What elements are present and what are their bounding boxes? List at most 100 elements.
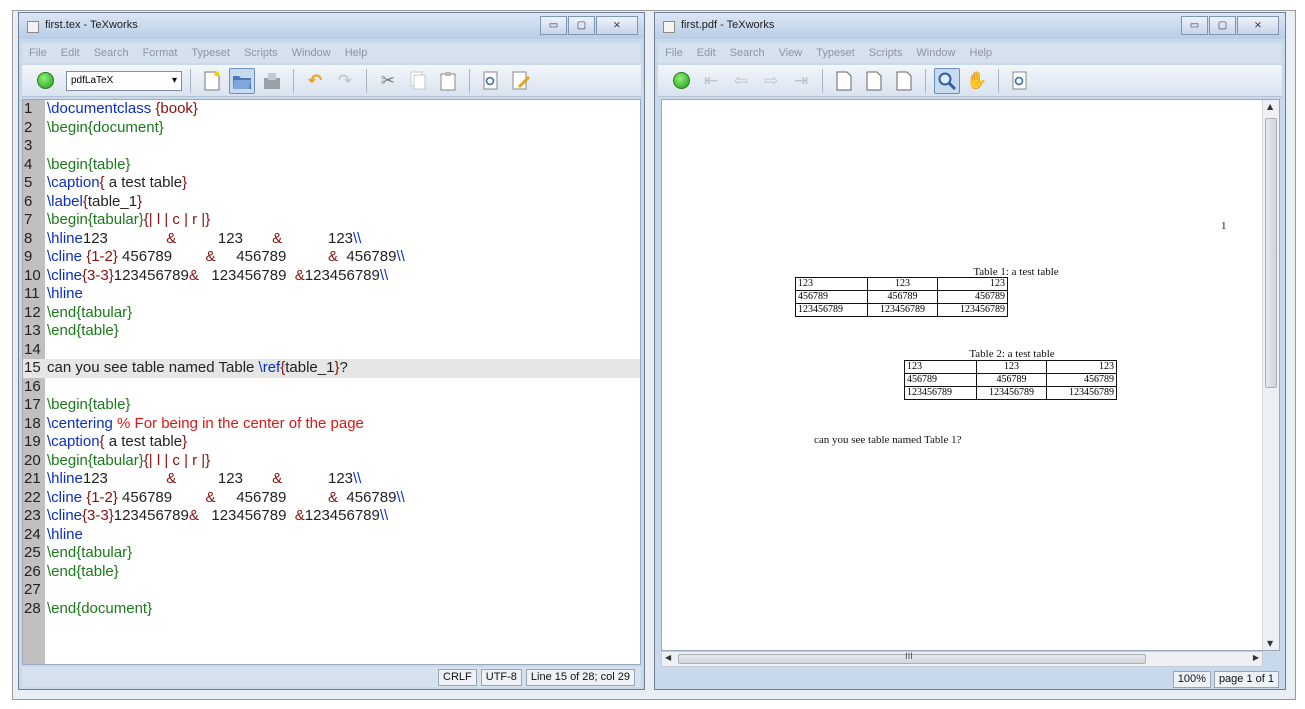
cursor-position-indicator[interactable]: Line 15 of 28; col 29 xyxy=(525,668,635,686)
close-button[interactable]: ⨯ xyxy=(596,16,638,35)
actual-size-button[interactable] xyxy=(831,68,857,94)
last-page-button[interactable]: ⇥ xyxy=(788,68,814,94)
menu-format[interactable]: Format xyxy=(136,47,185,59)
play-icon xyxy=(672,72,690,89)
menu-search[interactable]: Search xyxy=(87,47,136,59)
close-button[interactable]: ⨯ xyxy=(1237,16,1279,35)
encoding-indicator[interactable]: UTF-8 xyxy=(480,668,522,686)
horizontal-scrollbar[interactable]: ◀ III ▶ xyxy=(661,651,1263,667)
code-line[interactable]: 17 \begin{table} xyxy=(23,396,640,415)
replace-button[interactable] xyxy=(508,68,534,94)
maximize-button[interactable]: ▢ xyxy=(568,16,595,35)
code-line[interactable]: 18 \centering % For being in the center o… xyxy=(23,415,640,434)
pdf-titlebar[interactable]: first.pdf - TeXworks ▭ ▢ ⨯ xyxy=(655,13,1285,39)
typeset-button[interactable] xyxy=(668,68,694,94)
fit-window-button[interactable] xyxy=(891,68,917,94)
menu-typeset[interactable]: Typeset xyxy=(809,47,862,59)
table-row: 123 123 123 xyxy=(795,277,1008,291)
undo-button[interactable]: ↶ xyxy=(302,68,328,94)
copy-button[interactable] xyxy=(405,68,431,94)
menu-help[interactable]: Help xyxy=(338,47,375,59)
code-line[interactable]: 15 can you see table named Table \ref{tab… xyxy=(23,359,640,378)
first-page-button[interactable]: ⇤ xyxy=(698,68,724,94)
code-line[interactable]: 9 \cline {1-2} 456789 & 456789 & 456789\\ xyxy=(23,248,640,267)
menu-scripts[interactable]: Scripts xyxy=(237,47,285,59)
code-line[interactable]: 12 \end{tabular} xyxy=(23,304,640,323)
code-token: % For being in the center of the page xyxy=(117,414,364,432)
line-ending-indicator[interactable]: CRLF xyxy=(438,668,477,686)
menu-file[interactable]: File xyxy=(658,47,690,59)
zoom-indicator[interactable]: 100% xyxy=(1172,671,1211,688)
fit-width-button[interactable] xyxy=(861,68,887,94)
scroll-down-icon[interactable]: ▼ xyxy=(1267,639,1273,648)
typeset-button[interactable] xyxy=(32,68,58,94)
code-token: \begin xyxy=(47,118,88,136)
code-line[interactable]: 16 xyxy=(23,378,640,397)
code-line[interactable]: 24 \hline xyxy=(23,526,640,545)
minimize-button[interactable]: ▭ xyxy=(540,16,567,35)
code-line[interactable]: 11 \hline xyxy=(23,285,640,304)
code-line[interactable]: 20 \begin{tabular}{| l | c | r |} xyxy=(23,452,640,471)
code-line[interactable]: 8 \hline123 & 123 & 123\\ xyxy=(23,230,640,249)
menu-view[interactable]: View xyxy=(772,47,810,59)
code-token: \\ xyxy=(379,266,389,284)
cut-button[interactable]: ✂ xyxy=(375,68,401,94)
code-token: \end xyxy=(47,599,77,617)
table-cell: 123456789 xyxy=(904,386,977,400)
paste-button[interactable] xyxy=(435,68,461,94)
find-button[interactable] xyxy=(1007,68,1033,94)
menu-window[interactable]: Window xyxy=(285,47,338,59)
engine-select[interactable]: pdfLaTeX ▾ xyxy=(66,70,182,91)
code-line[interactable]: 23 \cline{3-3}123456789& 123456789 &12345… xyxy=(23,507,640,526)
scroll-up-icon[interactable]: ▲ xyxy=(1267,102,1273,111)
code-line[interactable]: 1 \documentclass {book} xyxy=(23,100,640,119)
menu-scripts[interactable]: Scripts xyxy=(862,47,910,59)
menu-help[interactable]: Help xyxy=(963,47,1000,59)
code-line[interactable]: 26 \end{table} xyxy=(23,563,640,582)
save-button[interactable] xyxy=(259,68,285,94)
code-line[interactable]: 5 \caption{ a test table} xyxy=(23,174,640,193)
menu-typeset[interactable]: Typeset xyxy=(184,47,237,59)
maximize-button[interactable]: ▢ xyxy=(1209,16,1236,35)
vertical-scroll-thumb[interactable] xyxy=(1265,118,1277,388)
menu-search[interactable]: Search xyxy=(723,47,772,59)
vertical-scrollbar[interactable]: ▲ ▼ xyxy=(1262,100,1279,650)
page-indicator[interactable]: page 1 of 1 xyxy=(1213,671,1279,688)
open-button[interactable] xyxy=(229,67,255,94)
code-line[interactable]: 10 \cline{3-3}123456789& 123456789 &12345… xyxy=(23,267,640,286)
code-line[interactable]: 25 \end{tabular} xyxy=(23,544,640,563)
code-token: table_1 xyxy=(285,359,335,376)
code-line[interactable]: 7 \begin{tabular}{| l | c | r |} xyxy=(23,211,640,230)
horizontal-scroll-thumb[interactable]: III xyxy=(678,652,1146,664)
code-line[interactable]: 28 \end{document} xyxy=(23,600,640,619)
code-line[interactable]: 6 \label{table_1} xyxy=(23,193,640,212)
scroll-left-icon[interactable]: ◀ xyxy=(665,653,671,662)
code-line[interactable]: 19 \caption{ a test table} xyxy=(23,433,640,452)
scroll-right-icon[interactable]: ▶ xyxy=(1253,653,1259,662)
previous-page-button[interactable]: ⇦ xyxy=(728,68,754,94)
magnify-tool-button[interactable] xyxy=(934,67,960,94)
new-document-button[interactable] xyxy=(199,68,225,94)
code-line[interactable]: 27 xyxy=(23,581,640,600)
source-editor[interactable]: 1 \documentclass {book} 2 \begin{document} 3… xyxy=(22,99,641,665)
next-page-button[interactable]: ⇨ xyxy=(758,68,784,94)
menu-edit[interactable]: Edit xyxy=(54,47,87,59)
menu-file[interactable]: File xyxy=(22,47,54,59)
find-button[interactable] xyxy=(478,68,504,94)
code-line[interactable]: 21 \hline123 & 123 & 123\\ xyxy=(23,470,640,489)
code-line[interactable]: 2 \begin{document} xyxy=(23,119,640,138)
pdf-viewer[interactable]: 1 Table 1: a test table 123 123 123 456789 4… xyxy=(661,99,1280,651)
minimize-button[interactable]: ▭ xyxy=(1181,16,1208,35)
menu-window[interactable]: Window xyxy=(909,47,962,59)
menu-edit[interactable]: Edit xyxy=(690,47,723,59)
code-line[interactable]: 22 \cline {1-2} 456789 & 456789 & 456789\… xyxy=(23,489,640,508)
editor-titlebar[interactable]: first.tex - TeXworks ▭ ▢ ⨯ xyxy=(19,13,644,39)
folder-icon xyxy=(233,75,251,89)
code-line[interactable]: 3 xyxy=(23,137,640,156)
redo-button[interactable]: ↷ xyxy=(332,68,358,94)
scroll-tool-button[interactable]: ✋ xyxy=(964,68,990,94)
last-page-icon: ⇥ xyxy=(793,70,809,91)
code-line[interactable]: 4 \begin{table} xyxy=(23,156,640,175)
code-line[interactable]: 14 xyxy=(23,341,640,360)
code-line[interactable]: 13 \end{table} xyxy=(23,322,640,341)
